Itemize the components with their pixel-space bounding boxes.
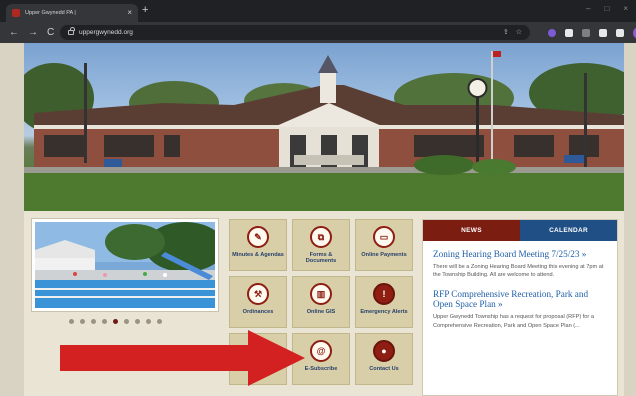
news-item-link[interactable]: Zoning Hearing Board Meeting 7/25/23 » bbox=[433, 249, 607, 260]
quick-link-label: Online Payments bbox=[361, 252, 407, 258]
tab-calendar[interactable]: CALENDAR bbox=[520, 220, 617, 241]
extension-icon[interactable] bbox=[548, 29, 556, 37]
slideshow-dots bbox=[69, 319, 162, 324]
puzzle-icon[interactable] bbox=[599, 29, 607, 37]
browser-tab[interactable]: Upper Gwynedd PA | × bbox=[6, 4, 138, 22]
bookmark-star-icon[interactable]: ☆ bbox=[516, 28, 522, 36]
tab-title: Upper Gwynedd PA | bbox=[25, 10, 76, 16]
news-item-summary: Upper Gwynedd Township has a request for… bbox=[433, 314, 594, 329]
minimize-icon[interactable]: – bbox=[586, 4, 590, 13]
quick-link-label: Emergency Alerts bbox=[360, 309, 408, 315]
slideshow-dot[interactable] bbox=[102, 319, 107, 324]
quick-link-label: E-Subscribe bbox=[304, 366, 338, 372]
window-controls: – □ × bbox=[586, 4, 628, 13]
hero-photo-township-building bbox=[24, 43, 624, 211]
slideshow-dot[interactable] bbox=[157, 319, 162, 324]
slideshow-dot[interactable] bbox=[91, 319, 96, 324]
quick-link-minutes-agendas[interactable]: ✎ Minutes & Agendas bbox=[229, 219, 287, 271]
news-calendar-tabs: NEWS CALENDAR bbox=[423, 220, 617, 241]
slideshow-dot[interactable] bbox=[80, 319, 85, 324]
close-tab-icon[interactable]: × bbox=[127, 9, 132, 17]
quick-link-label: Minutes & Agendas bbox=[232, 252, 284, 258]
township-building-illustration bbox=[24, 51, 624, 211]
back-button[interactable]: ← bbox=[9, 27, 19, 38]
omnibox-actions: ⇪ ☆ bbox=[503, 28, 522, 36]
slideshow-dot[interactable] bbox=[146, 319, 151, 324]
maximize-icon[interactable]: □ bbox=[604, 4, 609, 13]
news-list: Zoning Hearing Board Meeting 7/25/23 » T… bbox=[423, 241, 617, 347]
quick-link-online-payments[interactable]: ▭ Online Payments bbox=[355, 219, 413, 271]
news-item-link[interactable]: RFP Comprehensive Recreation, Park and O… bbox=[433, 289, 607, 310]
quick-link-label: Forms & Documents bbox=[305, 252, 337, 265]
slideshow-dot[interactable] bbox=[135, 319, 140, 324]
photo-slideshow[interactable] bbox=[32, 219, 218, 311]
quick-link-online-gis[interactable]: ▥ Online GIS bbox=[292, 276, 350, 328]
slideshow-dot[interactable] bbox=[124, 319, 129, 324]
news-item-summary: There will be a Zoning Hearing Board Mee… bbox=[433, 263, 604, 279]
extensions-area: S bbox=[548, 27, 636, 39]
quick-link-contact-us[interactable]: ● Contact Us bbox=[355, 333, 413, 385]
quick-link-emergency-alerts[interactable]: ! Emergency Alerts bbox=[355, 276, 413, 328]
lock-icon[interactable] bbox=[68, 27, 75, 35]
pool-photo bbox=[35, 222, 215, 308]
annotation-arrow-icon bbox=[60, 330, 305, 386]
tab-news[interactable]: NEWS bbox=[423, 220, 520, 241]
quick-link-forms-documents[interactable]: ⧉ Forms & Documents bbox=[292, 219, 350, 271]
map-icon: ▥ bbox=[310, 283, 332, 305]
gavel-icon: ⚒ bbox=[247, 283, 269, 305]
new-tab-button[interactable]: + bbox=[142, 5, 148, 16]
pencil-icon: ✎ bbox=[247, 226, 269, 248]
slideshow-dot[interactable] bbox=[113, 319, 118, 324]
news-panel: NEWS CALENDAR Zoning Hearing Board Meeti… bbox=[422, 219, 618, 396]
sidebar-icon[interactable] bbox=[616, 29, 624, 37]
url-text[interactable]: uppergwynedd.org bbox=[79, 29, 133, 36]
documents-icon: ⧉ bbox=[310, 226, 332, 248]
at-sign-icon: @ bbox=[310, 340, 332, 362]
warning-icon: ! bbox=[373, 283, 395, 305]
chat-icon: ● bbox=[373, 340, 395, 362]
quick-link-label: Online GIS bbox=[306, 309, 336, 315]
site-favicon-icon bbox=[12, 9, 20, 17]
quick-link-ordinances[interactable]: ⚒ Ordinances bbox=[229, 276, 287, 328]
extension-icon[interactable] bbox=[582, 29, 590, 37]
browser-tab-strip: Upper Gwynedd PA | × + – □ × bbox=[0, 0, 636, 22]
forward-button[interactable]: → bbox=[28, 27, 38, 38]
share-icon[interactable]: ⇪ bbox=[503, 28, 509, 36]
quick-link-label: Contact Us bbox=[369, 366, 399, 372]
address-bar[interactable]: uppergwynedd.org ⇪ ☆ bbox=[60, 25, 530, 40]
reload-button[interactable]: C bbox=[47, 27, 54, 38]
extension-icon[interactable] bbox=[565, 29, 573, 37]
laptop-icon: ▭ bbox=[373, 226, 395, 248]
close-window-icon[interactable]: × bbox=[623, 4, 628, 13]
slideshow-dot[interactable] bbox=[69, 319, 74, 324]
quick-link-label: Ordinances bbox=[242, 309, 274, 315]
